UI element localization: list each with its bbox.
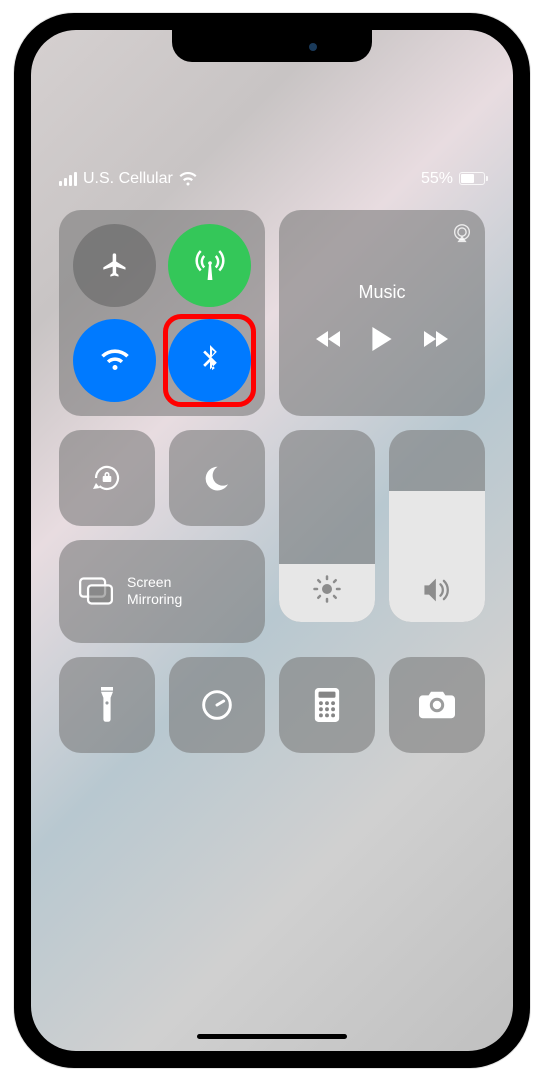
camera-icon (419, 691, 455, 719)
timer-button[interactable] (169, 657, 265, 753)
airplane-mode-toggle[interactable] (73, 224, 156, 307)
phone-screen: U.S. Cellular 55% (31, 30, 513, 1051)
rotation-lock-icon (89, 460, 125, 496)
carrier-label: U.S. Cellular (83, 170, 173, 188)
cellular-data-toggle[interactable] (168, 224, 251, 307)
antenna-icon (195, 250, 225, 280)
volume-slider[interactable] (389, 430, 485, 622)
play-icon[interactable] (372, 327, 392, 351)
wifi-icon (100, 348, 130, 372)
speaker-icon (421, 576, 453, 604)
control-center: Music (59, 210, 485, 753)
screen-mirroring-icon (79, 577, 113, 605)
bluetooth-icon (201, 345, 219, 375)
timer-icon (201, 689, 233, 721)
wifi-status-icon (179, 172, 197, 186)
status-left: U.S. Cellular (59, 170, 197, 188)
cellular-signal-icon (59, 172, 77, 186)
screen-mirroring-button[interactable]: Screen Mirroring (59, 540, 265, 643)
screen-mirroring-label: Screen Mirroring (127, 574, 182, 608)
status-bar: U.S. Cellular 55% (31, 170, 513, 188)
calculator-icon (314, 688, 340, 722)
moon-icon (202, 463, 232, 493)
media-controls (316, 327, 448, 351)
orientation-lock-toggle[interactable] (59, 430, 155, 526)
do-not-disturb-toggle[interactable] (169, 430, 265, 526)
phone-frame: U.S. Cellular 55% (14, 13, 530, 1068)
connectivity-tile[interactable] (59, 210, 265, 416)
forward-icon[interactable] (424, 330, 448, 348)
brightness-slider[interactable] (279, 430, 375, 622)
battery-icon (459, 172, 485, 185)
airplay-icon[interactable] (451, 222, 473, 244)
sun-icon (312, 574, 342, 604)
battery-percent-label: 55% (421, 170, 453, 188)
rewind-icon[interactable] (316, 330, 340, 348)
calculator-button[interactable] (279, 657, 375, 753)
status-right: 55% (421, 170, 485, 188)
notch (172, 30, 372, 62)
media-tile[interactable]: Music (279, 210, 485, 416)
wifi-toggle[interactable] (73, 319, 156, 402)
camera-button[interactable] (389, 657, 485, 753)
home-indicator[interactable] (197, 1034, 347, 1039)
media-title: Music (358, 282, 405, 303)
flashlight-button[interactable] (59, 657, 155, 753)
bluetooth-toggle[interactable] (168, 319, 251, 402)
airplane-icon (101, 251, 129, 279)
flashlight-icon (98, 687, 116, 723)
